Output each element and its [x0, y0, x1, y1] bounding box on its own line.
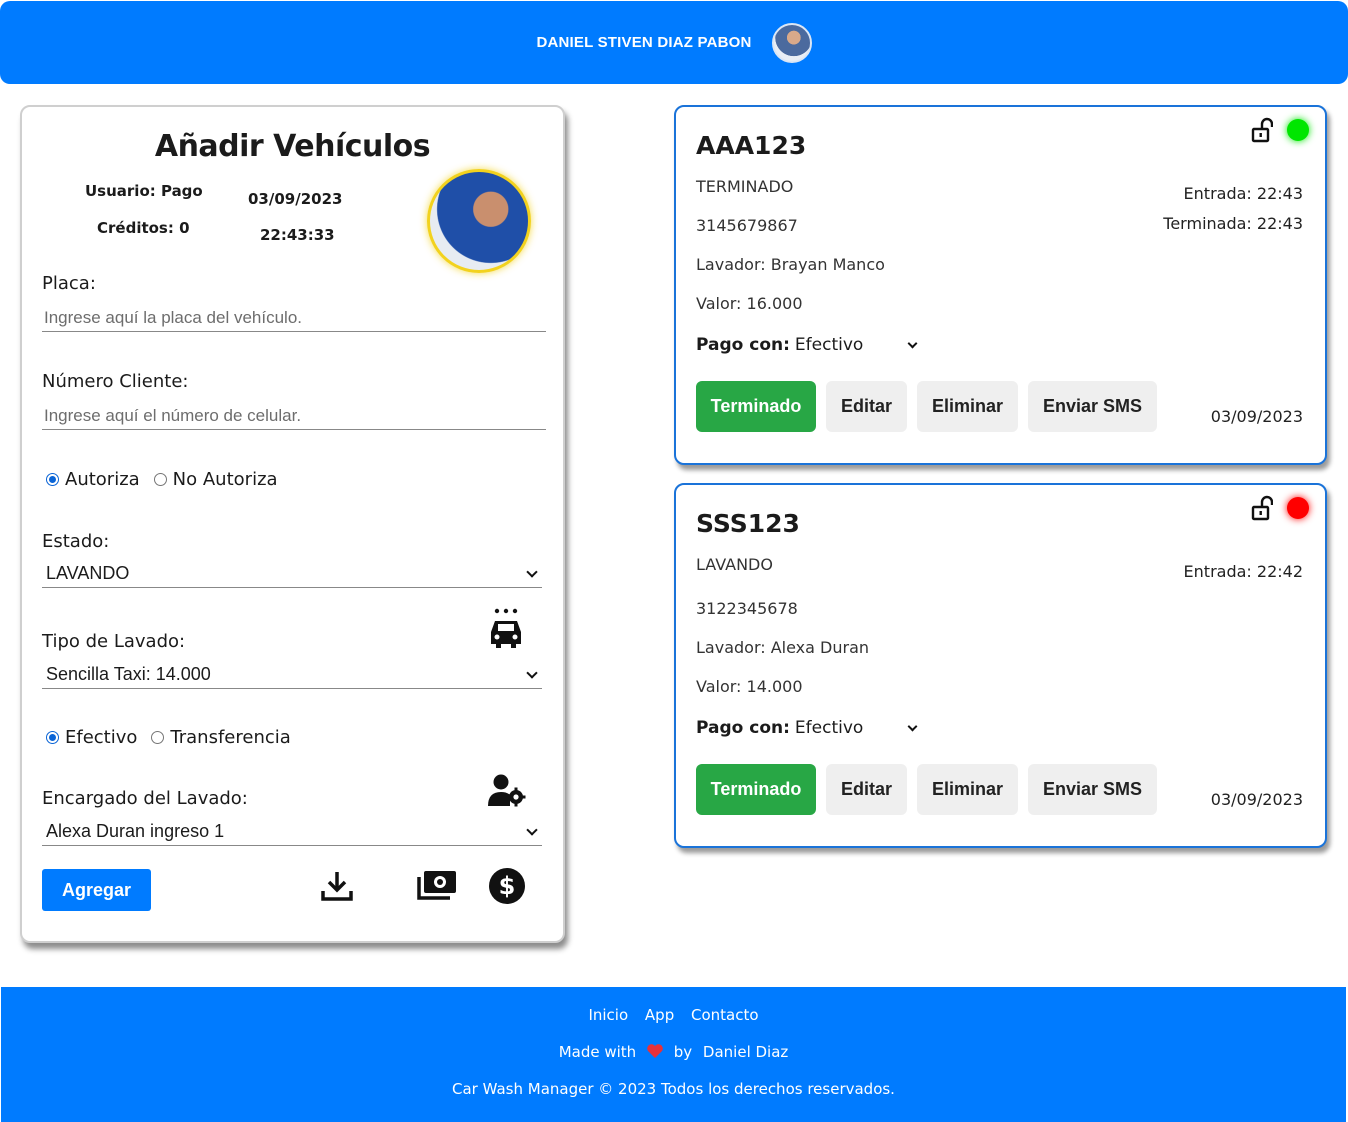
tipo-lavado-label: Tipo de Lavado:: [42, 631, 186, 652]
chevron-down-icon: [526, 823, 538, 836]
taxi-icon: [491, 608, 521, 648]
vehicle-valor: Valor: 16.000: [696, 294, 803, 313]
chevron-down-icon: [526, 565, 538, 578]
enviar-sms-button[interactable]: Enviar SMS: [1028, 764, 1157, 815]
copyright: Car Wash Manager © 2023 Todos los derech…: [452, 1080, 895, 1098]
creditos-info: Créditos: 0: [97, 219, 190, 237]
made-with-text: Made with: [558, 1043, 637, 1061]
unlock-icon[interactable]: [1251, 117, 1273, 143]
numero-cliente-label: Número Cliente:: [42, 371, 189, 392]
user-gear-icon: [488, 774, 526, 807]
chevron-down-icon: [907, 721, 918, 731]
header-username: DANIEL STIVEN DIAZ PABON: [536, 34, 752, 51]
usuario-info: Usuario: Pago: [85, 182, 203, 200]
numero-cliente-input[interactable]: [42, 402, 546, 430]
pago-label: Pago con:: [696, 335, 790, 355]
tipo-lavado-value: Sencilla Taxi: 14.000: [46, 664, 211, 684]
autoriza-label: Autoriza: [65, 469, 140, 490]
vehicle-plate: SSS123: [696, 509, 800, 538]
vehicle-entrada: Entrada: 22:42: [1183, 562, 1303, 581]
vehicle-status: TERMINADO: [696, 177, 794, 196]
author-link[interactable]: Daniel Diaz: [703, 1043, 788, 1061]
dollar-circle-icon[interactable]: $: [488, 867, 526, 905]
tipo-lavado-select[interactable]: Sencilla Taxi: 14.000: [42, 661, 542, 689]
pago-radio-group: Efectivo Transferencia: [46, 727, 305, 748]
no-autoriza-label: No Autoriza: [172, 469, 278, 490]
autoriza-radio[interactable]: [46, 473, 59, 486]
money-bills-icon[interactable]: [416, 869, 458, 901]
profile-avatar: [427, 169, 531, 273]
agregar-button[interactable]: Agregar: [42, 869, 151, 911]
vehicle-status: LAVANDO: [696, 555, 773, 574]
footer-link-inicio[interactable]: Inicio: [588, 1006, 628, 1024]
pago-select[interactable]: Pago con: Efectivo: [696, 335, 922, 355]
encargado-select[interactable]: Alexa Duran ingreso 1: [42, 818, 542, 846]
vehicle-entrada: Entrada: 22:43: [1183, 184, 1303, 203]
current-date: 03/09/2023: [248, 190, 343, 208]
transferencia-label: Transferencia: [170, 727, 291, 748]
vehicle-date: 03/09/2023: [1210, 790, 1303, 809]
enviar-sms-button[interactable]: Enviar SMS: [1028, 381, 1157, 432]
footer-link-contacto[interactable]: Contacto: [691, 1006, 759, 1024]
status-indicator: [1287, 119, 1309, 141]
vehicle-date: 03/09/2023: [1210, 407, 1303, 426]
vehicle-lavador: Lavador: Brayan Manco: [696, 255, 885, 274]
estado-select[interactable]: LAVANDO: [42, 560, 542, 588]
made-by-text: by: [673, 1043, 693, 1061]
eliminar-button[interactable]: Eliminar: [917, 764, 1018, 815]
vehicle-phone: 3145679867: [696, 216, 798, 235]
editar-button[interactable]: Editar: [826, 764, 907, 815]
top-bar: DANIEL STIVEN DIAZ PABON: [0, 1, 1348, 84]
efectivo-radio[interactable]: [46, 731, 59, 744]
terminado-button[interactable]: Terminado: [696, 381, 816, 432]
form-title: Añadir Vehículos: [154, 129, 431, 164]
made-with-line: Made with by Daniel Diaz: [1, 1043, 1346, 1061]
vehicle-card: SSS123 LAVANDO 3122345678 Lavador: Alexa…: [674, 483, 1327, 848]
transferencia-radio[interactable]: [151, 731, 165, 744]
encargado-value: Alexa Duran ingreso 1: [46, 821, 225, 841]
editar-button[interactable]: Editar: [826, 381, 907, 432]
download-icon[interactable]: [320, 869, 354, 903]
pago-select[interactable]: Pago con: Efectivo: [696, 718, 922, 738]
autorizacion-radio-group: Autoriza No Autoriza: [46, 469, 292, 490]
vehicle-lavador: Lavador: Alexa Duran: [696, 638, 870, 657]
efectivo-label: Efectivo: [65, 727, 138, 748]
add-vehicle-form: Añadir Vehículos Usuario: Pago 03/09/202…: [20, 105, 565, 943]
terminado-button[interactable]: Terminado: [696, 764, 816, 815]
vehicle-terminada: Terminada: 22:43: [1163, 214, 1303, 233]
heart-icon: [647, 1044, 663, 1058]
chevron-down-icon: [526, 666, 538, 679]
svg-text:$: $: [499, 872, 516, 900]
chevron-down-icon: [907, 338, 918, 348]
footer-link-app[interactable]: App: [645, 1006, 674, 1024]
estado-label: Estado:: [42, 531, 110, 552]
user-avatar[interactable]: [771, 22, 812, 63]
placa-input[interactable]: [42, 304, 546, 332]
encargado-label: Encargado del Lavado:: [42, 788, 248, 809]
placa-label: Placa:: [42, 273, 96, 294]
footer-links: Inicio App Contacto: [1, 1006, 1346, 1024]
no-autoriza-radio[interactable]: [153, 473, 167, 486]
status-indicator: [1287, 497, 1309, 519]
current-time: 22:43:33: [260, 226, 335, 244]
footer: Inicio App Contacto Made with by Daniel …: [1, 987, 1346, 1122]
vehicle-phone: 3122345678: [696, 599, 798, 618]
pago-value: Efectivo: [794, 335, 864, 355]
eliminar-button[interactable]: Eliminar: [917, 381, 1018, 432]
vehicle-plate: AAA123: [696, 131, 807, 160]
vehicle-card: AAA123 TERMINADO 3145679867 Lavador: Bra…: [674, 105, 1327, 465]
estado-value: LAVANDO: [46, 563, 130, 583]
pago-value: Efectivo: [794, 718, 864, 738]
unlock-icon[interactable]: [1251, 495, 1273, 521]
vehicle-valor: Valor: 14.000: [696, 677, 803, 696]
pago-label: Pago con:: [696, 718, 790, 738]
